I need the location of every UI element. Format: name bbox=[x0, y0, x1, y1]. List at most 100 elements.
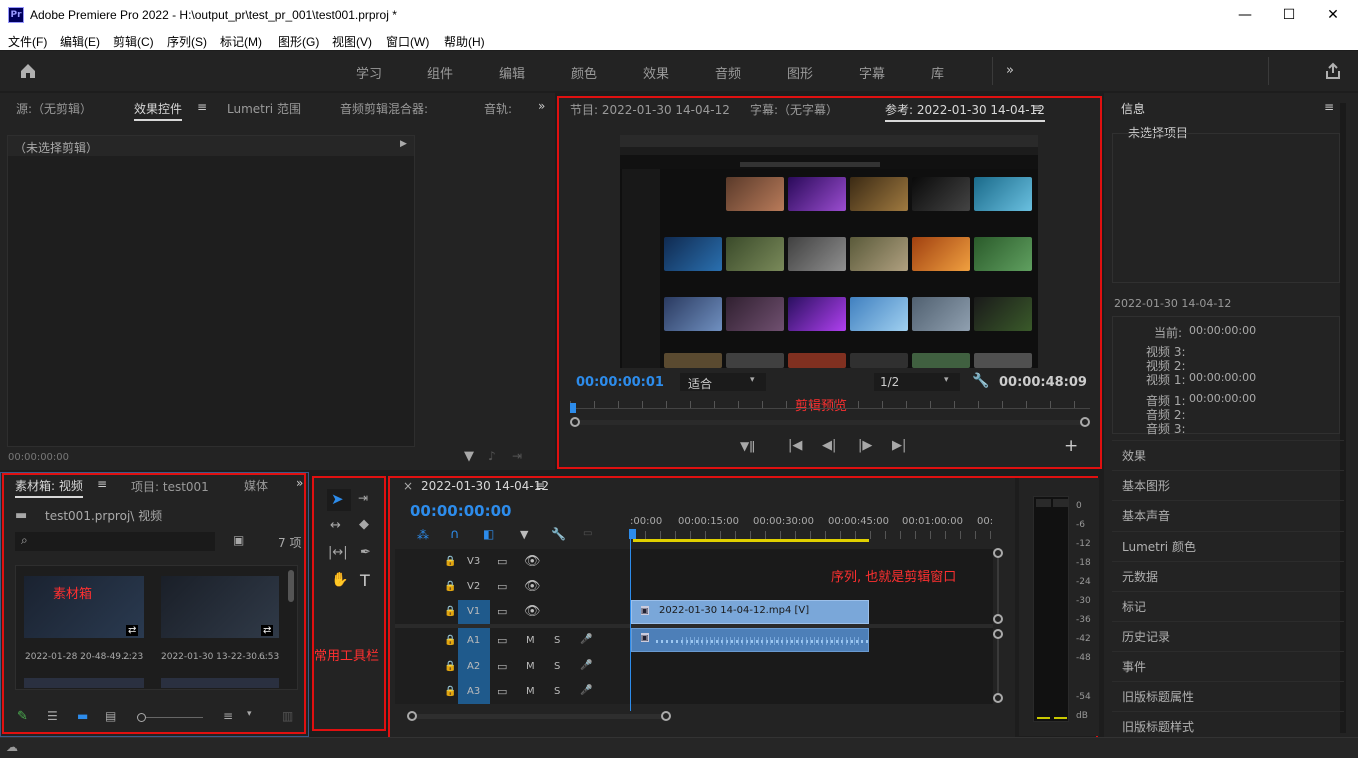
resolution-dropdown[interactable]: 1/2 ▾ bbox=[874, 373, 960, 391]
program-menu-icon[interactable]: ≡ bbox=[1032, 101, 1042, 115]
workspace-more-button[interactable]: » bbox=[1006, 63, 1014, 78]
home-icon[interactable] bbox=[19, 62, 37, 80]
track-label-a3[interactable]: A3 bbox=[467, 686, 480, 697]
eye-icon[interactable]: 👁 bbox=[524, 604, 541, 619]
hand-tool-icon[interactable]: ✋ bbox=[331, 572, 348, 588]
close-sequence-button[interactable]: × bbox=[403, 479, 413, 493]
track-label-v2[interactable]: V2 bbox=[467, 581, 480, 592]
zoom-slider[interactable] bbox=[139, 717, 203, 718]
panel-history[interactable]: 历史记录 bbox=[1112, 621, 1344, 649]
play-audio-icon[interactable]: ♪ bbox=[488, 449, 496, 463]
menu-file[interactable]: 文件(F) bbox=[8, 33, 47, 50]
panel-markers[interactable]: 标记 bbox=[1112, 591, 1344, 619]
add-marker-icon[interactable]: ▼ǁ bbox=[740, 439, 755, 453]
audio-clip-a1[interactable]: ▣ bbox=[631, 628, 869, 652]
bin-search-input[interactable]: ⌕ bbox=[15, 532, 215, 551]
vertical-scroll-handle[interactable] bbox=[993, 614, 1003, 624]
fit-dropdown[interactable]: 适合 ▾ bbox=[680, 373, 766, 391]
sync-lock-icon[interactable]: ▭ bbox=[497, 580, 507, 593]
workspace-libraries[interactable]: 库 bbox=[931, 63, 944, 82]
bin-more-button[interactable]: » bbox=[296, 476, 303, 490]
mute-button-a1[interactable]: M bbox=[526, 635, 535, 646]
panel-events[interactable]: 事件 bbox=[1112, 651, 1344, 679]
horizontal-scroll-left-handle[interactable] bbox=[407, 711, 417, 721]
ripple-edit-tool-icon[interactable]: ↔ bbox=[330, 518, 341, 533]
filter-icon[interactable]: ▼ bbox=[464, 449, 474, 464]
pencil-icon[interactable]: ✎ bbox=[17, 709, 28, 724]
bin-scrollbar[interactable] bbox=[288, 570, 294, 602]
workspace-editing[interactable]: 编辑 bbox=[499, 63, 525, 82]
lock-icon[interactable]: 🔒 bbox=[444, 686, 456, 697]
text-tool-icon[interactable]: T bbox=[360, 571, 370, 590]
list-view-icon[interactable]: ☰ bbox=[47, 709, 58, 723]
lock-icon[interactable]: 🔒 bbox=[444, 556, 456, 567]
program-playhead[interactable] bbox=[570, 403, 576, 413]
workspace-assembly[interactable]: 组件 bbox=[427, 63, 453, 82]
lock-icon[interactable]: 🔒 bbox=[444, 661, 456, 672]
microphone-icon[interactable]: 🎤 bbox=[580, 634, 592, 645]
horizontal-scroll-right-handle[interactable] bbox=[661, 711, 671, 721]
icon-view-icon[interactable]: ▬ bbox=[77, 709, 88, 723]
minimize-button[interactable]: — bbox=[1222, 0, 1268, 30]
workspace-color[interactable]: 颜色 bbox=[571, 63, 597, 82]
tab-source[interactable]: 源:（无剪辑） bbox=[16, 100, 92, 117]
timeline-playhead-line[interactable] bbox=[630, 531, 631, 711]
program-mini-ruler[interactable] bbox=[570, 401, 1090, 409]
panel-essential-sound[interactable]: 基本声音 bbox=[1112, 500, 1344, 528]
new-search-bin-icon[interactable]: ▣ bbox=[233, 533, 244, 547]
panel-legacy-title-styles[interactable]: 旧版标题样式 bbox=[1112, 711, 1344, 737]
scrollbar-left-handle[interactable] bbox=[570, 417, 580, 427]
sync-lock-icon[interactable]: ▭ bbox=[497, 634, 507, 647]
maximize-button[interactable]: ☐ bbox=[1266, 0, 1312, 30]
button-editor-add-button[interactable]: + bbox=[1064, 436, 1078, 456]
vertical-scroll-handle[interactable] bbox=[993, 629, 1003, 639]
track-label-v1[interactable]: V1 bbox=[467, 606, 480, 617]
timeline-timecode[interactable]: 00:00:00:00 bbox=[410, 502, 512, 520]
tab-audio-clip-mixer[interactable]: 音频剪辑混合器: bbox=[340, 100, 428, 117]
scrollbar-right-handle[interactable] bbox=[1080, 417, 1090, 427]
panel-lumetri-color[interactable]: Lumetri 颜色 bbox=[1112, 531, 1344, 559]
track-label-a1[interactable]: A1 bbox=[467, 635, 480, 646]
go-to-out-icon[interactable]: ▶| bbox=[892, 438, 906, 453]
vertical-scroll-handle[interactable] bbox=[993, 693, 1003, 703]
wrench-icon[interactable]: 🔧 bbox=[972, 373, 989, 389]
zoom-slider-handle[interactable] bbox=[137, 713, 146, 722]
workspace-audio[interactable]: 音频 bbox=[715, 63, 741, 82]
menu-help[interactable]: 帮助(H) bbox=[444, 33, 485, 50]
selection-tool-icon[interactable]: ➤ bbox=[331, 490, 344, 508]
go-to-in-icon[interactable]: |◀ bbox=[788, 438, 802, 453]
step-forward-icon[interactable]: |▶ bbox=[858, 438, 872, 453]
program-current-timecode[interactable]: 00:00:00:01 bbox=[576, 375, 664, 390]
expand-arrow-icon[interactable]: ▶ bbox=[400, 139, 407, 149]
timeline-ruler[interactable] bbox=[630, 531, 992, 539]
panel-metadata[interactable]: 元数据 bbox=[1112, 561, 1344, 589]
mute-button-a2[interactable]: M bbox=[526, 661, 535, 672]
vertical-scroll-handle[interactable] bbox=[993, 548, 1003, 558]
creative-cloud-icon[interactable]: ☁ bbox=[6, 740, 18, 754]
panel-effects[interactable]: 效果 bbox=[1112, 440, 1344, 468]
video-clip-v1[interactable]: ▣ 2022-01-30 14-04-12.mp4 [V] bbox=[631, 600, 869, 624]
menu-view[interactable]: 视图(V) bbox=[332, 33, 372, 50]
automate-to-sequence-icon[interactable]: ▥ bbox=[282, 709, 293, 723]
insert-nest-icon[interactable]: ⁂ bbox=[417, 528, 429, 542]
sync-lock-icon[interactable]: ▭ bbox=[497, 555, 507, 568]
menu-sequence[interactable]: 序列(S) bbox=[167, 33, 207, 50]
lock-icon[interactable]: 🔒 bbox=[444, 635, 456, 646]
microphone-icon[interactable]: 🎤 bbox=[580, 660, 592, 671]
menu-clip[interactable]: 剪辑(C) bbox=[113, 33, 154, 50]
solo-button-a1[interactable]: S bbox=[554, 635, 560, 646]
menu-window[interactable]: 窗口(W) bbox=[386, 33, 429, 50]
sync-lock-icon[interactable]: ▭ bbox=[497, 605, 507, 618]
panel-more-button[interactable]: » bbox=[538, 99, 545, 113]
tab-captions[interactable]: 字幕:（无字幕） bbox=[750, 101, 838, 118]
track-select-tool-icon[interactable]: ⇥ bbox=[358, 491, 368, 505]
eye-icon[interactable]: 👁 bbox=[524, 554, 541, 569]
tab-reference[interactable]: 参考: 2022-01-30 14-04-12 bbox=[885, 101, 1045, 122]
panel-essential-graphics[interactable]: 基本图形 bbox=[1112, 470, 1344, 498]
effect-controls-menu-icon[interactable]: ≡ bbox=[197, 100, 207, 114]
tab-program[interactable]: 节目: 2022-01-30 14-04-12 bbox=[570, 101, 730, 118]
program-zoom-scrollbar[interactable] bbox=[574, 420, 1086, 425]
tab-effect-controls[interactable]: 效果控件 bbox=[134, 100, 183, 121]
razor-tool-icon[interactable]: ◆ bbox=[359, 517, 369, 532]
workspace-captions[interactable]: 字幕 bbox=[859, 63, 885, 82]
